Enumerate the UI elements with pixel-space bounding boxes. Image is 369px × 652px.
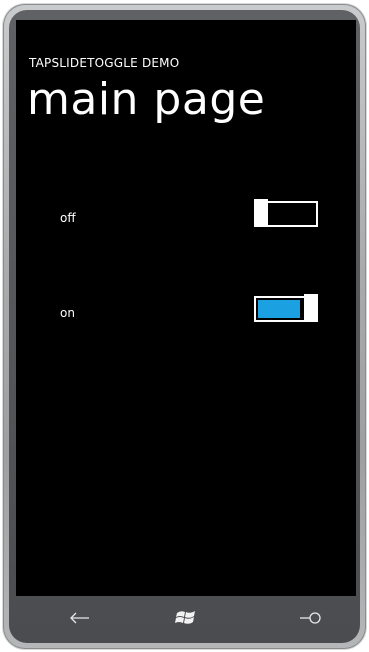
hardware-button-bar — [16, 596, 356, 639]
toggle-switch-off[interactable] — [254, 199, 318, 227]
back-arrow-icon — [70, 612, 89, 624]
start-button[interactable] — [166, 604, 206, 632]
toggle-fill — [258, 300, 300, 318]
windows-start-icon — [175, 611, 195, 624]
app-title: TAPSLIDETOGGLE DEMO — [29, 56, 180, 70]
phone-device: TAPSLIDETOGGLE DEMO main page off on — [3, 4, 366, 649]
page-title: main page — [27, 74, 266, 125]
toggle-switch-on[interactable] — [254, 294, 318, 322]
toggle-on-label: on — [60, 306, 75, 320]
phone-screen: TAPSLIDETOGGLE DEMO main page off on — [16, 20, 356, 596]
toggle-thumb[interactable] — [254, 199, 268, 225]
back-button[interactable] — [60, 604, 100, 632]
search-button[interactable] — [290, 604, 330, 632]
toggle-off-label: off — [60, 211, 76, 225]
toggle-thumb[interactable] — [304, 294, 318, 320]
phone-bezel: TAPSLIDETOGGLE DEMO main page off on — [9, 10, 360, 643]
search-icon — [300, 612, 321, 624]
